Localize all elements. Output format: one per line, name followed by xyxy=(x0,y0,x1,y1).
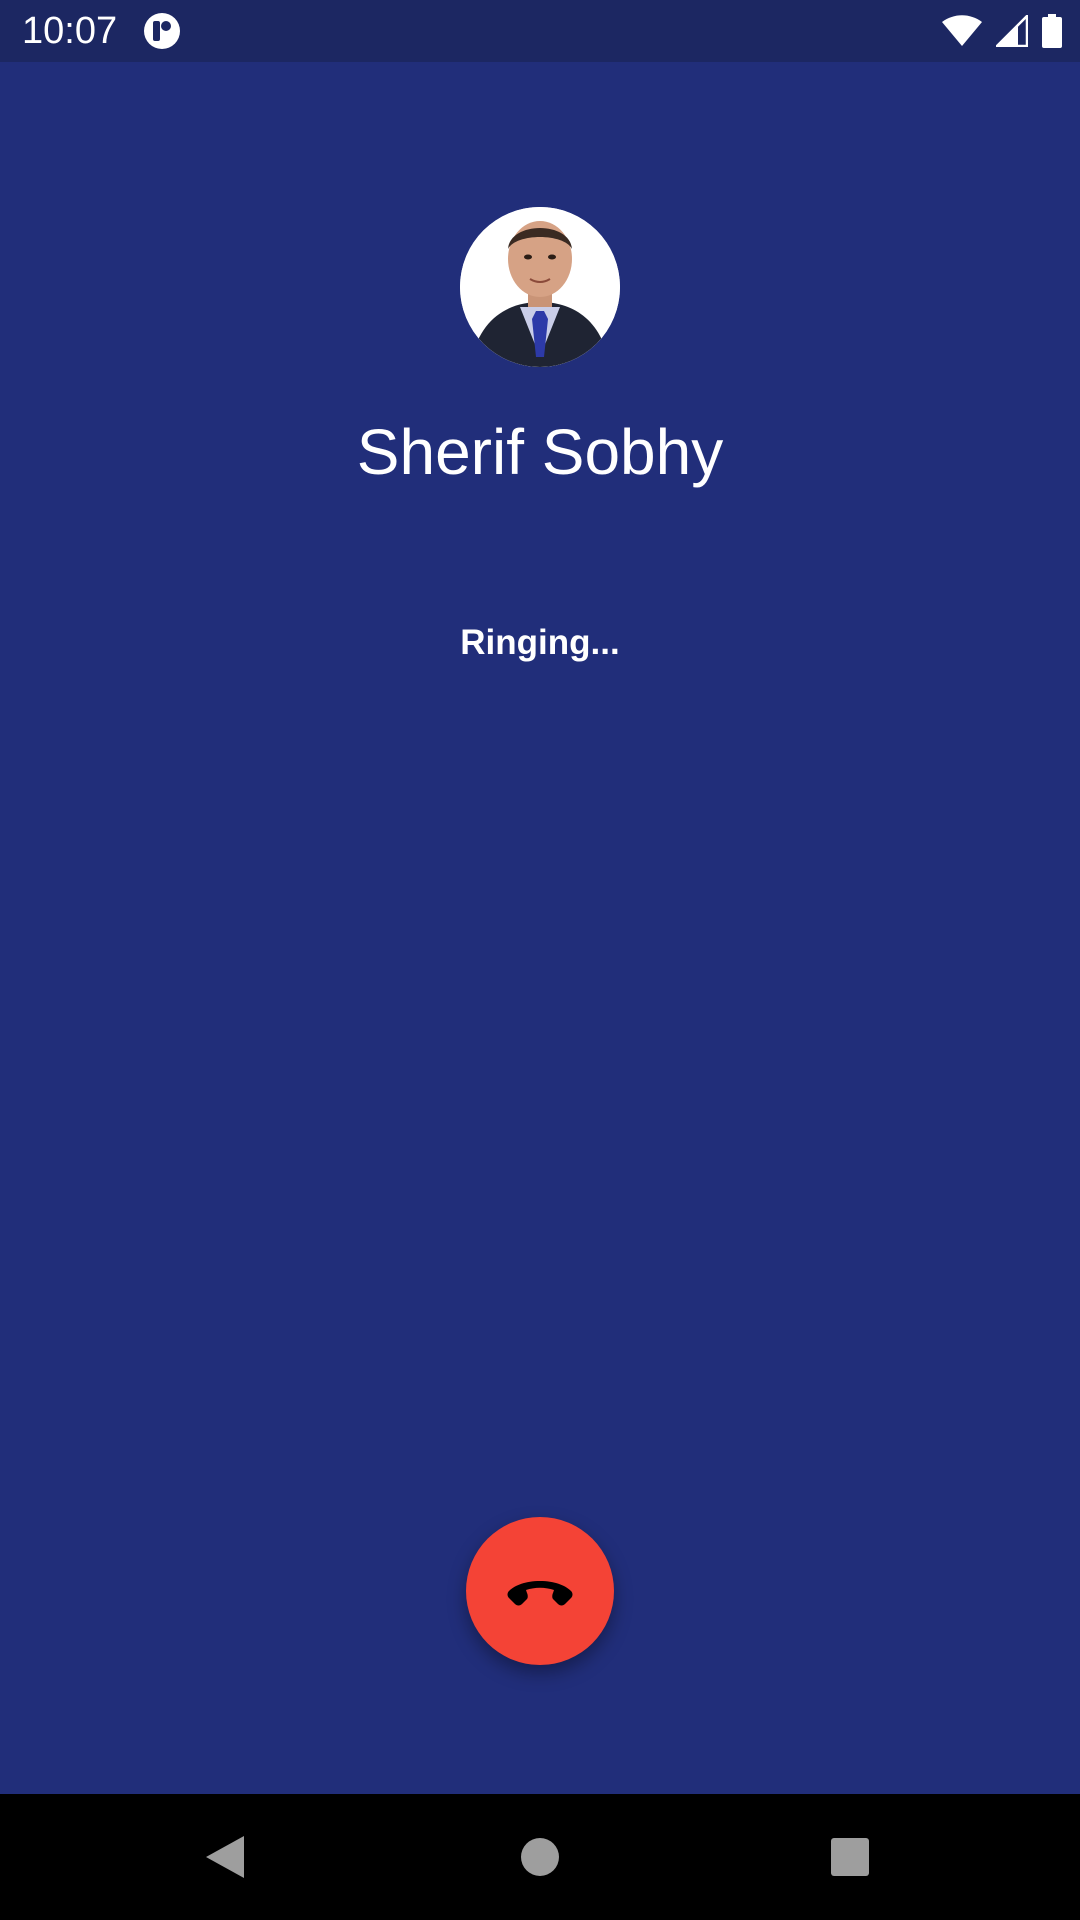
recents-icon xyxy=(831,1838,869,1876)
caller-avatar-photo xyxy=(460,207,620,367)
navigation-bar xyxy=(0,1794,1080,1920)
app-notification-icon xyxy=(143,12,181,50)
home-button[interactable] xyxy=(470,1794,610,1920)
call-status: Ringing... xyxy=(460,623,620,662)
caller-avatar xyxy=(460,207,620,367)
status-icons xyxy=(942,12,1062,50)
back-icon xyxy=(206,1836,244,1878)
recents-button[interactable] xyxy=(780,1794,920,1920)
wifi-icon xyxy=(942,15,982,47)
battery-icon xyxy=(1042,14,1062,48)
caller-name: Sherif Sobhy xyxy=(356,416,724,488)
status-time: 10:07 xyxy=(22,10,118,52)
call-screen: 10:07 Sherif Sobhy Ringing... xyxy=(0,0,1080,1920)
end-call-button[interactable] xyxy=(466,1517,614,1665)
home-icon xyxy=(521,1838,559,1876)
call-end-icon xyxy=(507,1581,573,1606)
cell-signal-icon xyxy=(996,15,1028,47)
back-button[interactable] xyxy=(156,1794,296,1920)
status-bar: 10:07 xyxy=(0,0,1080,62)
